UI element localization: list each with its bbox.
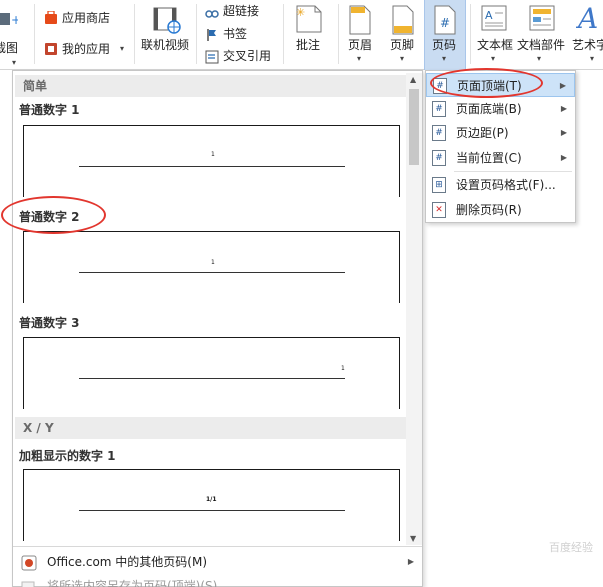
menu-item-label: 当前位置(C) [456,151,522,165]
text-box-icon[interactable]: A [480,4,508,36]
ribbon: + 截图 ▾ 应用商店 我的应用 ▾ 联机视频 超链接 书签 交叉引用 ✳ 批注… [0,0,603,70]
online-video-icon[interactable] [152,6,182,38]
format-page-numbers-icon: ⊞ [432,177,446,193]
svg-text:A: A [576,2,598,34]
page-number-sample: 1/1 [206,496,217,503]
my-apps-icon[interactable] [44,41,58,60]
footer-button[interactable]: 页脚 [390,36,414,53]
section-header-simple: 简单 [15,75,407,97]
page-number-icon[interactable]: # [432,4,458,40]
svg-text:+: + [11,13,18,27]
menu-item-label: 删除页码(R) [456,203,522,217]
online-video-button[interactable]: 联机视频 [141,36,189,53]
gallery-thumbnail-plain-number-3[interactable]: 1 [23,337,400,409]
chevron-down-icon[interactable]: ▾ [357,54,361,63]
screenshot-button[interactable]: 截图 [0,41,18,55]
menu-item-label: 页边距(P) [456,126,509,140]
hyperlink-icon[interactable] [205,5,219,24]
gallery-thumbnail-plain-number-1[interactable]: 1 [23,125,400,197]
quick-parts-icon[interactable] [528,4,556,36]
comment-icon[interactable]: ✳ [293,4,323,38]
footer-icon[interactable] [390,4,416,40]
my-apps-button[interactable]: 我的应用 [62,42,110,56]
gallery-scrollbar[interactable]: ▲ ▼ [406,73,422,545]
scroll-down-icon[interactable]: ▼ [410,534,416,543]
svg-text:A: A [485,9,493,22]
page-number-sample: 1 [341,365,345,372]
menu-item-bottom-of-page[interactable]: # 页面底端(B) ▶ [426,97,575,121]
gallery-thumbnail-plain-number-2[interactable]: 1 [23,231,400,303]
office-icon [21,554,37,571]
page-number-icon: # [432,101,446,117]
page-number-icon: # [432,150,446,166]
quick-parts-button[interactable]: 文档部件 [517,36,565,53]
page-number-sample: 1 [211,259,215,266]
comment-button[interactable]: 批注 [296,36,320,53]
annotation-ellipse [1,196,106,234]
chevron-down-icon[interactable]: ▾ [400,54,404,63]
footer-line [79,378,345,379]
bookmark-icon[interactable] [206,27,218,46]
menu-item-format-page-numbers[interactable]: ⊞ 设置页码格式(F)... [426,173,575,197]
scroll-up-icon[interactable]: ▲ [410,75,416,84]
cross-reference-icon[interactable] [205,49,221,68]
chevron-down-icon[interactable]: ▾ [12,58,16,67]
svg-text:#: # [440,16,450,30]
page-number-gallery: 简单 普通数字 1 1 普通数字 2 1 普通数字 3 1 X / Y 加粗显示… [12,70,423,587]
watermark: 百度经验 [549,541,593,554]
page-number-sample: 1 [211,151,215,158]
chevron-down-icon[interactable]: ▾ [442,54,446,63]
app-store-button[interactable]: 应用商店 [62,11,110,25]
more-page-numbers-office-item[interactable]: Office.com 中的其他页码(M) ▶ [13,549,422,575]
chevron-right-icon: ▶ [560,104,567,113]
wordart-icon[interactable]: A [575,2,602,38]
menu-item-label: 页面底端(B) [456,102,522,116]
save-selection-label: 将所选内容另存为页码(顶端)(S) [47,579,218,587]
menu-item-remove-page-numbers[interactable]: ✕ 删除页码(R) [426,198,575,222]
gallery-item-title: 普通数字 3 [19,316,80,330]
wordart-button[interactable]: 艺术字 [572,36,603,53]
chevron-right-icon: ▶ [560,128,567,137]
save-gallery-icon [21,578,37,587]
page-number-icon: # [432,125,446,141]
header-button[interactable]: 页眉 [348,36,372,53]
bookmark-button[interactable]: 书签 [223,27,247,41]
store-icon[interactable] [44,10,58,29]
page-number-button[interactable]: 页码 [432,36,456,53]
gallery-item-title: 普通数字 1 [19,103,80,117]
section-header-xy: X / Y [15,417,407,439]
chevron-right-icon: ▶ [560,153,567,162]
gallery-item-title: 加粗显示的数字 1 [19,449,116,463]
chevron-down-icon[interactable]: ▾ [120,44,124,53]
hyperlink-button[interactable]: 超链接 [223,4,259,18]
footer-line [79,272,345,273]
header-icon[interactable] [347,4,373,40]
screenshot-icon[interactable]: + [0,10,21,27]
svg-text:✳: ✳ [296,6,305,19]
menu-item-page-margins[interactable]: # 页边距(P) ▶ [426,121,575,145]
text-box-button[interactable]: 文本框 [477,36,513,53]
footer-line [79,166,345,167]
scrollbar-thumb[interactable] [409,89,419,165]
remove-page-numbers-icon: ✕ [432,202,446,218]
gallery-thumbnail-bold-number-1[interactable]: 1/1 [23,469,400,541]
menu-item-label: 设置页码格式(F)... [456,178,556,192]
chevron-right-icon: ▶ [407,557,414,566]
footer-line [79,510,345,511]
save-selection-item: 将所选内容另存为页码(顶端)(S) [13,573,422,587]
cross-reference-button[interactable]: 交叉引用 [223,49,271,63]
chevron-down-icon[interactable]: ▾ [590,54,594,63]
chevron-down-icon[interactable]: ▾ [537,54,541,63]
more-page-numbers-label: Office.com 中的其他页码(M) [47,555,208,569]
chevron-right-icon: ▶ [559,81,566,90]
chevron-down-icon[interactable]: ▾ [491,54,495,63]
annotation-ellipse [430,68,543,98]
menu-item-current-position[interactable]: # 当前位置(C) ▶ [426,146,575,170]
